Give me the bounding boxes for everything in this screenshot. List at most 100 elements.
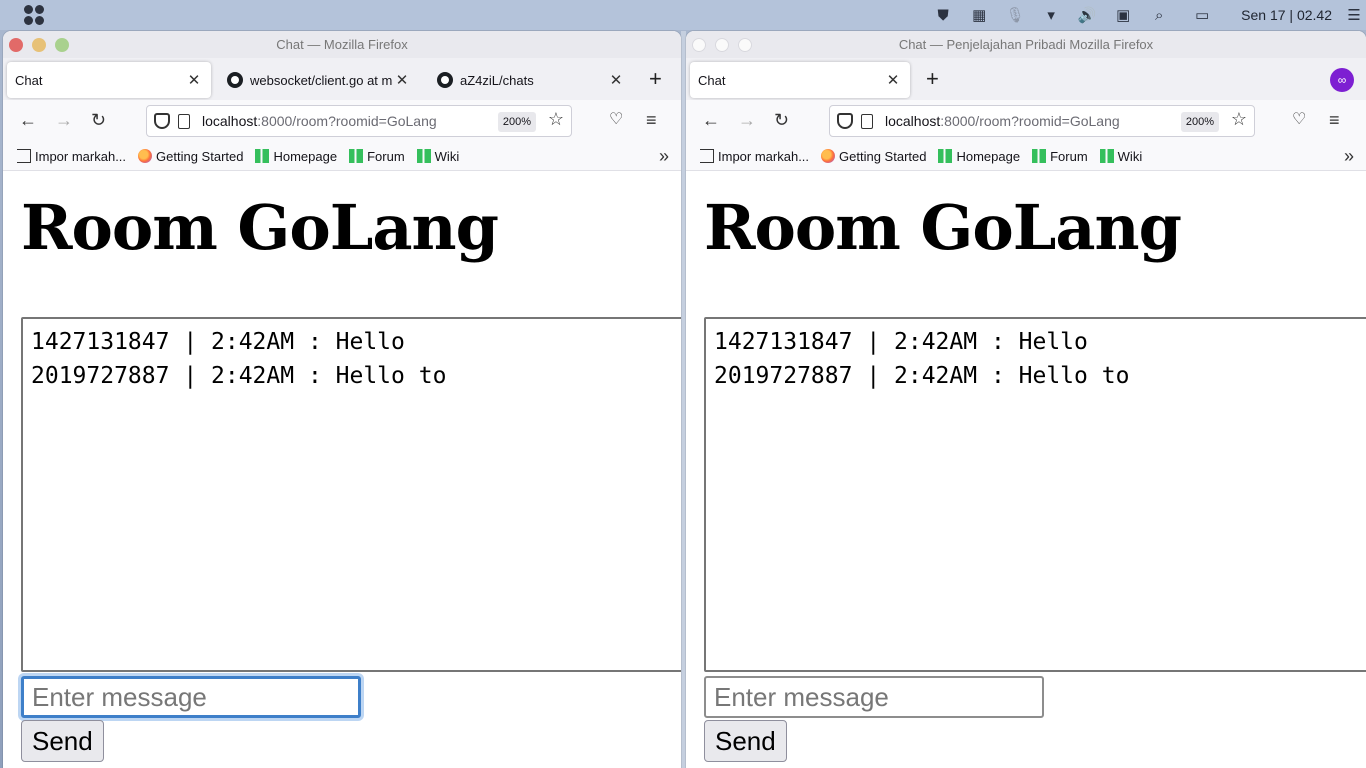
firefox-window-left: Chat — Mozilla Firefox Chat ✕ websocket/… (3, 31, 681, 768)
close-tab-icon[interactable]: ✕ (884, 71, 902, 89)
manjaro-icon (1099, 149, 1114, 163)
bookmark-label: Forum (1050, 148, 1088, 164)
close-tab-icon[interactable]: ✕ (393, 71, 411, 89)
url-path: :8000/room?roomid=GoLang (940, 113, 1120, 129)
address-bar[interactable]: localhost:8000/room?roomid=GoLang 200% ☆ (829, 105, 1255, 137)
minimize-window-button[interactable] (715, 38, 729, 52)
chat-message: 2019727887 | 2:42AM : Hello to (31, 363, 447, 389)
bookmark-forum[interactable]: Forum (349, 149, 405, 164)
chat-log[interactable]: 1427131847 | 2:42AM : Hello 2019727887 |… (704, 317, 1366, 672)
system-top-bar: ⛊ ▦ 🎙 ▾ 🔊 ▣ ⌕ ▭ Sen 17 | 02.42 ☰ (0, 0, 1366, 30)
app-launcher-icon[interactable] (24, 5, 44, 25)
tracking-protection-icon[interactable] (154, 113, 170, 129)
url-host: localhost (202, 113, 258, 129)
chat-log[interactable]: 1427131847 | 2:42AM : Hello 2019727887 |… (21, 317, 681, 672)
bookmark-star-icon[interactable]: ☆ (1231, 109, 1247, 130)
bookmark-getting-started[interactable]: Getting Started (138, 149, 243, 164)
chevron-right-icon[interactable]: » (1344, 146, 1354, 167)
manjaro-icon (349, 149, 364, 163)
app-grid-icon[interactable]: ▦ (961, 0, 997, 30)
bookmark-forum[interactable]: Forum (1032, 149, 1088, 164)
navigation-bar: ← → ↻ localhost:8000/room?roomid=GoLang … (3, 100, 681, 142)
manjaro-icon (1032, 149, 1047, 163)
bookmark-label: Homepage (956, 148, 1021, 164)
bookmark-label: Impor markah... (718, 148, 810, 164)
manjaro-icon (938, 149, 953, 163)
manjaro-icon (416, 149, 431, 163)
send-button[interactable]: Send (704, 720, 787, 762)
message-input[interactable] (704, 676, 1044, 718)
tab-az4zil-chats[interactable]: aZ4ziL/chats ✕ (429, 62, 633, 98)
screen-icon[interactable]: ▣ (1105, 0, 1141, 30)
bookmark-star-icon[interactable]: ☆ (548, 109, 564, 130)
window-titlebar[interactable]: Chat — Mozilla Firefox (3, 31, 681, 58)
page-content: Room GoLang 1427131847 | 2:42AM : Hello … (3, 171, 681, 762)
firefox-icon (821, 149, 836, 163)
shield-icon[interactable]: ⛊ (925, 0, 961, 30)
address-bar[interactable]: localhost:8000/room?roomid=GoLang 200% ☆ (146, 105, 572, 137)
close-window-button[interactable] (692, 38, 706, 52)
bookmark-label: Getting Started (839, 148, 927, 164)
mic-icon[interactable]: 🎙 (997, 0, 1033, 30)
forward-arrow-icon[interactable]: → (738, 110, 756, 130)
close-window-button[interactable] (9, 38, 23, 52)
battery-icon[interactable]: ▭ (1177, 0, 1227, 30)
bookmark-getting-started[interactable]: Getting Started (821, 149, 926, 164)
bookmark-homepage[interactable]: Homepage (255, 149, 337, 164)
pocket-icon[interactable]: ♡ (1292, 110, 1306, 130)
zoom-indicator[interactable]: 200% (1180, 112, 1219, 132)
firefox-icon (138, 149, 153, 163)
new-tab-button[interactable]: + (649, 68, 662, 90)
search-icon[interactable]: ⌕ (1141, 0, 1177, 30)
page-info-icon[interactable] (178, 113, 190, 129)
maximize-window-button[interactable] (55, 38, 69, 52)
private-browsing-icon: ∞ (1330, 68, 1354, 92)
url-path: :8000/room?roomid=GoLang (257, 113, 437, 129)
bookmark-label: Homepage (273, 148, 338, 164)
close-tab-icon[interactable]: ✕ (185, 71, 203, 89)
tab-websocket-client[interactable]: websocket/client.go at ma ✕ (219, 62, 419, 98)
volume-icon[interactable]: 🔊 (1069, 0, 1105, 30)
forward-arrow-icon[interactable]: → (55, 110, 73, 130)
back-arrow-icon[interactable]: ← (702, 110, 720, 130)
page-content: Room GoLang 1427131847 | 2:42AM : Hello … (686, 171, 1366, 762)
chat-message: 1427131847 | 2:42AM : Hello (714, 329, 1088, 355)
reload-icon[interactable]: ↻ (91, 110, 106, 130)
bookmark-label: Wiki (434, 148, 460, 164)
message-input[interactable] (21, 676, 361, 718)
maximize-window-button[interactable] (738, 38, 752, 52)
page-info-icon[interactable] (861, 113, 873, 129)
bookmark-import[interactable]: Impor markah... (700, 149, 809, 164)
tab-chat[interactable]: Chat ✕ (690, 62, 910, 98)
chevron-down-icon[interactable]: ▾ (1033, 0, 1069, 30)
reload-icon[interactable]: ↻ (774, 110, 789, 130)
bookmark-homepage[interactable]: Homepage (938, 149, 1020, 164)
system-clock[interactable]: Sen 17 | 02.42 (1227, 7, 1342, 23)
send-button[interactable]: Send (21, 720, 104, 762)
bookmark-import[interactable]: Impor markah... (17, 149, 126, 164)
zoom-indicator[interactable]: 200% (497, 112, 536, 132)
tab-strip: Chat ✕ + ∞ (686, 58, 1366, 100)
tracking-protection-icon[interactable] (837, 113, 853, 129)
page-title: Room GoLang (21, 191, 499, 264)
settings-icon[interactable]: ☰ (1342, 0, 1366, 30)
chevron-right-icon[interactable]: » (659, 146, 669, 167)
window-titlebar[interactable]: Chat — Penjelajahan Pribadi Mozilla Fire… (686, 31, 1366, 58)
chat-message: 1427131847 | 2:42AM : Hello (31, 329, 405, 355)
tab-chat[interactable]: Chat ✕ (7, 62, 211, 98)
pocket-icon[interactable]: ♡ (609, 110, 623, 130)
menu-icon[interactable]: ≡ (1329, 110, 1340, 130)
bookmark-label: Getting Started (156, 148, 244, 164)
menu-icon[interactable]: ≡ (646, 110, 657, 130)
bookmark-wiki[interactable]: Wiki (416, 148, 460, 164)
github-icon (437, 72, 453, 88)
manjaro-icon (255, 149, 270, 163)
new-tab-button[interactable]: + (926, 68, 939, 90)
import-icon (17, 149, 31, 163)
bookmark-wiki[interactable]: Wiki (1099, 148, 1143, 164)
minimize-window-button[interactable] (32, 38, 46, 52)
bookmark-label: Wiki (1117, 148, 1143, 164)
back-arrow-icon[interactable]: ← (19, 110, 37, 130)
bookmarks-toolbar: Impor markah... Getting Started Homepage… (686, 142, 1366, 171)
close-tab-icon[interactable]: ✕ (607, 71, 625, 89)
